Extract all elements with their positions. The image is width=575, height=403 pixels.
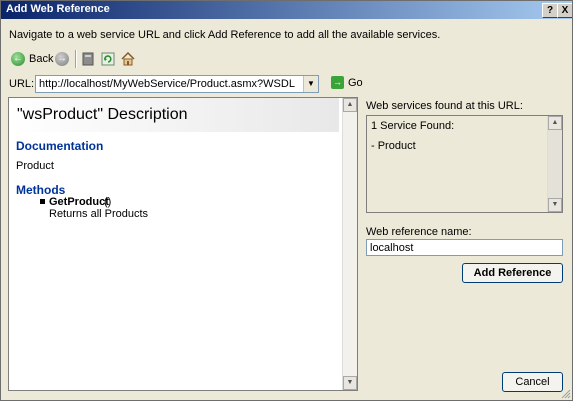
help-button[interactable]: ? [542, 3, 558, 18]
service-description-title: "wsProduct" Description [17, 106, 188, 123]
go-button[interactable]: → Go [331, 76, 363, 89]
forward-arrow-icon: → [55, 52, 69, 66]
web-reference-name-value: localhost [370, 242, 414, 254]
services-found-label: Web services found at this URL: [366, 100, 523, 112]
scroll-down-icon[interactable]: ▼ [343, 376, 357, 390]
url-dropdown-icon[interactable]: ▼ [303, 76, 318, 92]
close-button[interactable]: X [557, 3, 572, 18]
services-found-list[interactable]: 1 Service Found: - Product ▲ ▼ [366, 115, 563, 213]
back-arrow-icon: ← [11, 52, 25, 66]
method-link[interactable]: GetProduct [49, 196, 109, 208]
scroll-up-icon[interactable]: ▲ [548, 116, 562, 130]
web-reference-name-input[interactable]: localhost [366, 239, 563, 256]
browser-scrollbar[interactable]: ▲ ▼ [342, 98, 357, 390]
methods-heading: Methods [16, 183, 66, 197]
service-list-item: - Product [371, 140, 416, 152]
stop-icon [82, 52, 94, 66]
add-web-reference-dialog: Add Web Reference ? X Navigate to a web … [0, 0, 573, 401]
method-description: Returns all Products [49, 208, 149, 220]
method-parens: () [104, 196, 112, 208]
home-icon [121, 52, 135, 66]
title-bar: Add Web Reference ? X [1, 1, 572, 19]
services-scrollbar[interactable]: ▲ ▼ [547, 116, 562, 212]
service-description-browser[interactable]: "wsProduct" Description Documentation Pr… [8, 97, 358, 391]
url-input[interactable]: http://localhost/MyWebService/Product.as… [39, 78, 295, 90]
instructions-text: Navigate to a web service URL and click … [9, 29, 441, 41]
method-bullet [40, 199, 45, 204]
toolbar-separator [75, 50, 77, 68]
cancel-button[interactable]: Cancel [502, 372, 563, 392]
scroll-down-icon[interactable]: ▼ [548, 198, 562, 212]
url-combobox[interactable]: http://localhost/MyWebService/Product.as… [35, 75, 319, 93]
refresh-button[interactable] [101, 49, 115, 69]
web-reference-name-label: Web reference name: [366, 226, 472, 238]
stop-button[interactable] [81, 49, 95, 69]
back-label: Back [29, 53, 54, 65]
resize-grip-icon[interactable] [561, 389, 571, 399]
documentation-heading: Documentation [16, 139, 104, 153]
go-arrow-icon: → [331, 76, 344, 89]
add-reference-button[interactable]: Add Reference [462, 263, 563, 283]
scroll-up-icon[interactable]: ▲ [343, 98, 357, 112]
home-button[interactable] [121, 49, 135, 69]
services-count: 1 Service Found: [371, 120, 455, 132]
refresh-icon [101, 52, 115, 66]
window-title: Add Web Reference [6, 3, 110, 15]
go-label: Go [348, 76, 363, 89]
service-name: Product [16, 160, 54, 172]
back-button[interactable]: ← Back [11, 49, 53, 69]
forward-button[interactable]: → [55, 49, 69, 69]
url-label: URL: [9, 78, 35, 90]
